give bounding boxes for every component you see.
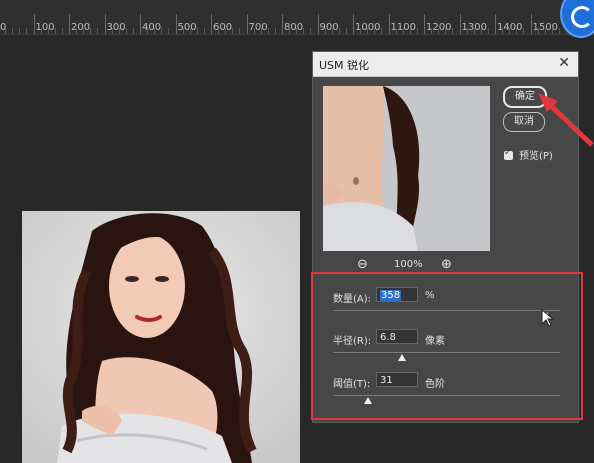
- annotation-arrow-icon: [538, 93, 594, 147]
